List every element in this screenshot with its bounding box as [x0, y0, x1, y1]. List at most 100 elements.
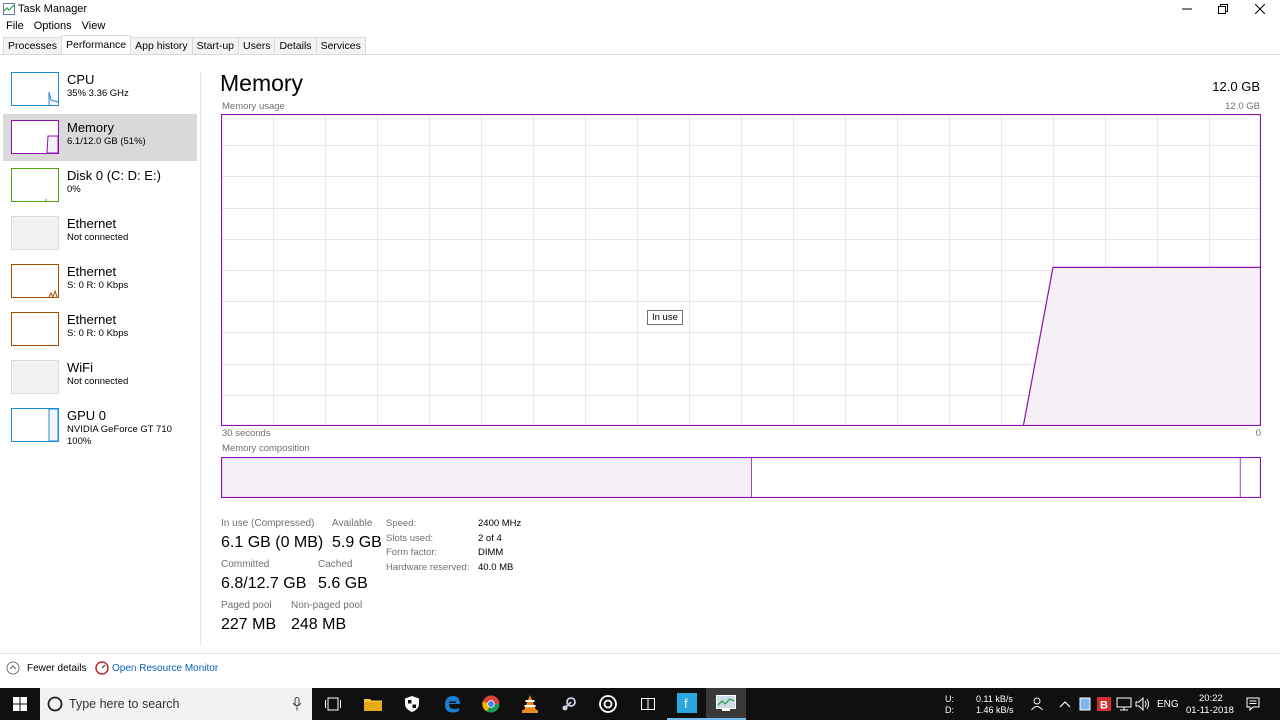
shield-icon	[405, 696, 419, 712]
clock-date[interactable]: 01-11-2018	[1186, 705, 1234, 716]
fewer-details-link[interactable]: Fewer details	[27, 663, 86, 674]
menu-bar: File Options View	[0, 18, 105, 36]
menu-view[interactable]: View	[82, 18, 106, 36]
paged-pool-label: Paged pool	[221, 600, 272, 611]
tab-performance[interactable]: Performance	[61, 35, 132, 54]
time-axis-label: 30 seconds	[222, 428, 271, 439]
memory-usage-label: Memory usage	[222, 101, 285, 112]
taskbar-search[interactable]: Type here to search	[40, 688, 312, 720]
chrome-icon	[482, 695, 500, 713]
sidebar-item-ethernet-1[interactable]: Ethernet Not connected	[3, 210, 197, 257]
tablet-icon[interactable]	[1078, 697, 1092, 711]
minimize-button[interactable]	[1169, 0, 1205, 18]
ethernet-thumbnail	[11, 312, 59, 346]
footer-divider	[0, 653, 1280, 654]
memory-composition-bar	[221, 457, 1261, 498]
available-value: 5.9 GB	[332, 534, 382, 551]
freelancer-app-button[interactable]: f	[667, 688, 707, 720]
tab-details[interactable]: Details	[274, 37, 317, 54]
restore-button[interactable]	[1205, 0, 1241, 18]
wifi-thumbnail	[11, 360, 59, 394]
task-manager-taskbar-button[interactable]	[706, 688, 746, 720]
open-resource-monitor-link[interactable]: Open Resource Monitor	[112, 663, 218, 674]
form-factor-value: DIMM	[478, 547, 504, 558]
usage-area	[1023, 267, 1261, 426]
sidebar-item-disk[interactable]: Disk 0 (C: D: E:) 0%	[3, 162, 197, 209]
chevron-up-icon[interactable]	[1059, 699, 1071, 709]
task-manager-icon	[3, 3, 15, 15]
people-icon[interactable]	[1031, 697, 1045, 711]
disk-thumbnail	[11, 168, 59, 202]
app-f-icon: f	[677, 693, 697, 713]
notifications-icon[interactable]	[1246, 697, 1260, 711]
task-view-icon	[325, 697, 341, 711]
edge-button[interactable]	[432, 688, 472, 720]
menu-options[interactable]: Options	[34, 18, 72, 36]
sidebar-item-label: CPU	[67, 72, 95, 87]
cortana-icon	[47, 696, 63, 712]
tab-start-up[interactable]: Start-up	[191, 37, 240, 54]
non-paged-pool-label: Non-paged pool	[291, 600, 363, 611]
hardware-reserved-label: Hardware reserved:	[386, 562, 470, 573]
store-button[interactable]	[628, 688, 668, 720]
sidebar-item-gpu[interactable]: GPU 0 NVIDIA GeForce GT 710 100%	[3, 402, 197, 449]
steam-button[interactable]	[549, 688, 589, 720]
tab-users[interactable]: Users	[238, 37, 276, 54]
volume-icon[interactable]	[1135, 697, 1151, 711]
title-bar: Task Manager	[0, 0, 1280, 18]
window-title: Task Manager	[18, 3, 88, 15]
edge-icon	[445, 696, 460, 713]
sidebar-item-ethernet-2[interactable]: Ethernet S: 0 R: 0 Kbps	[3, 258, 197, 305]
page-title: Memory	[220, 70, 304, 96]
cpu-thumbnail	[11, 72, 59, 106]
task-view-button[interactable]	[313, 688, 353, 720]
time-axis-zero: 0	[1255, 428, 1261, 439]
store-icon	[641, 698, 655, 710]
sidebar-item-value-2: 100%	[67, 436, 92, 447]
chrome-button[interactable]	[471, 688, 511, 720]
tab-processes[interactable]: Processes	[3, 37, 63, 54]
vlc-button[interactable]	[510, 688, 550, 720]
network-icon[interactable]	[1116, 697, 1132, 711]
resource-monitor-icon	[95, 661, 109, 675]
memory-usage-graph	[221, 114, 1261, 426]
sidebar-item-wifi[interactable]: WiFi Not connected	[3, 354, 197, 401]
tab-services[interactable]: Services	[315, 37, 366, 54]
svg-text:f: f	[684, 696, 688, 711]
sidebar-item-ethernet-3[interactable]: Ethernet S: 0 R: 0 Kbps	[3, 306, 197, 353]
search-placeholder: Type here to search	[69, 697, 180, 711]
folder-icon	[364, 699, 382, 711]
sidebar-item-value: Not connected	[67, 376, 129, 387]
sidebar-item-value: S: 0 R: 0 Kbps	[67, 328, 129, 339]
in-use-value: 6.1 GB (0 MB)	[221, 534, 324, 551]
media-app-button[interactable]	[588, 688, 628, 720]
ethernet-thumbnail	[11, 216, 59, 250]
tab-app-history[interactable]: App history	[130, 37, 193, 54]
committed-label: Committed	[221, 559, 270, 570]
clock-time[interactable]: 20:22	[1199, 693, 1223, 704]
windows-logo-icon	[13, 697, 27, 711]
total-capacity: 12.0 GB	[1212, 79, 1260, 94]
file-explorer-button[interactable]	[353, 688, 393, 720]
language-indicator[interactable]: ENG	[1157, 699, 1179, 710]
close-button[interactable]	[1242, 0, 1278, 18]
chevron-up-icon[interactable]	[6, 661, 20, 675]
sidebar-divider	[200, 72, 201, 646]
sidebar-item-label: Ethernet	[67, 264, 117, 279]
security-app-button[interactable]	[392, 688, 432, 720]
microphone-icon[interactable]	[292, 697, 302, 711]
sidebar-item-cpu[interactable]: CPU 35% 3.36 GHz	[3, 66, 197, 113]
menu-file[interactable]: File	[6, 18, 24, 36]
sidebar-item-memory[interactable]: Memory 6.1/12.0 GB (51%)	[3, 114, 197, 161]
in-use-label: In use (Compressed)	[221, 518, 315, 529]
sidebar-item-value: 6.1/12.0 GB (51%)	[67, 136, 146, 147]
sidebar-item-label: Ethernet	[67, 312, 117, 327]
sidebar-item-value: 0%	[67, 184, 81, 195]
close-icon	[1255, 4, 1265, 14]
start-button[interactable]	[0, 688, 40, 720]
antivirus-icon[interactable]: B	[1097, 697, 1111, 711]
slots-value: 2 of 4	[478, 533, 502, 544]
slots-label: Slots used:	[386, 533, 433, 544]
taskbar: Type here to search f U: D: 0.11 kB/s 1.…	[0, 688, 1280, 720]
net-upload-value: 0.11 kB/s	[976, 694, 1013, 704]
